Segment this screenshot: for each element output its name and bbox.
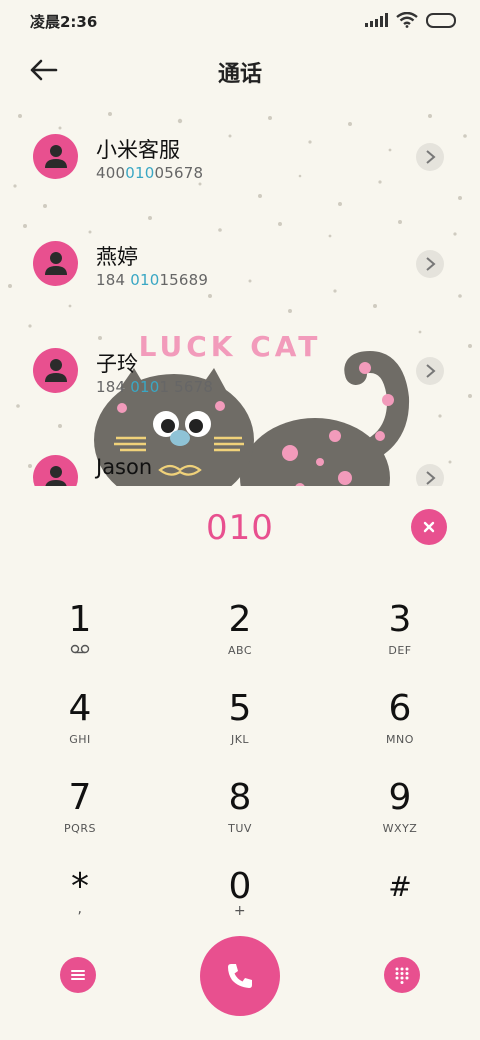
key-letters: DEF (388, 644, 412, 657)
contact-row[interactable]: 子玲 184 0101 5678 (0, 320, 480, 410)
contact-name: 小米客服 (96, 138, 180, 162)
contact-number: 40001005678 (96, 164, 204, 182)
avatar (33, 241, 78, 286)
key-4[interactable]: 4 GHI (20, 689, 140, 769)
battery-icon (426, 12, 456, 28)
chevron-right-icon (426, 257, 436, 271)
key-digit: 9 (388, 777, 412, 818)
key-3[interactable]: 3 DEF (340, 600, 460, 680)
status-time: 凌晨2:36 (30, 13, 98, 31)
key-5[interactable]: 5 JKL (180, 689, 300, 769)
key-digit: 6 (388, 688, 412, 729)
key-letters: WXYZ (382, 822, 418, 835)
key-star[interactable]: * , (20, 867, 140, 947)
person-icon (45, 359, 67, 382)
dialpad-toggle-button[interactable] (384, 957, 420, 993)
contact-row[interactable]: 小米客服 40001005678 (0, 106, 480, 196)
menu-button[interactable] (60, 957, 96, 993)
contact-number: 184 0101 5678 (96, 378, 214, 396)
avatar (33, 134, 78, 179)
contact-name: 燕婷 (96, 245, 138, 269)
key-digit: 4 (68, 688, 92, 729)
dialpad: 1 2 ABC 3 DEF 4 GHI 5 JKL 6 MNO 7 PQRS 8… (0, 590, 480, 930)
key-letters: GHI (69, 733, 91, 746)
contact-detail-button[interactable] (416, 464, 444, 486)
person-icon (45, 145, 67, 168)
dial-number-display[interactable]: 010 (0, 508, 480, 548)
key-digit: 0 (228, 866, 252, 907)
contact-detail-button[interactable] (416, 357, 444, 385)
page-title: 通话 (217, 62, 262, 87)
clear-button[interactable] (411, 509, 447, 545)
contact-row[interactable]: 燕婷 184 01015689 (0, 213, 480, 303)
contact-row[interactable]: Jason (0, 427, 480, 486)
key-2[interactable]: 2 ABC (180, 600, 300, 680)
chevron-right-icon (426, 364, 436, 378)
key-digit: 7 (68, 777, 92, 818)
dial-input-row: 010 (0, 486, 480, 570)
key-7[interactable]: 7 PQRS (20, 778, 140, 858)
key-digit: 3 (388, 599, 412, 640)
contact-detail-button[interactable] (416, 250, 444, 278)
key-digit: # (388, 870, 412, 903)
dialpad-icon (395, 967, 409, 984)
app-header: 通话 (0, 42, 480, 100)
avatar (33, 455, 78, 486)
key-letters: JKL (230, 733, 250, 746)
close-icon (423, 521, 435, 533)
contact-number: 184 01015689 (96, 271, 209, 289)
contact-detail-button[interactable] (416, 143, 444, 171)
chevron-right-icon (426, 150, 436, 164)
avatar (33, 348, 78, 393)
status-bar: 凌晨2:36 (0, 0, 480, 42)
key-letters: , (77, 901, 83, 917)
menu-icon (71, 970, 85, 980)
person-icon (45, 252, 67, 275)
key-letters: ABC (227, 644, 253, 657)
signal-icon (365, 13, 388, 27)
key-digit: 8 (228, 777, 252, 818)
key-6[interactable]: 6 MNO (340, 689, 460, 769)
person-icon (45, 466, 67, 486)
voicemail-icon (20, 644, 140, 658)
phone-icon (228, 964, 252, 988)
key-letters: + (233, 903, 247, 919)
key-digit: 5 (228, 688, 252, 729)
key-hash[interactable]: # (340, 867, 460, 947)
contact-name: 子玲 (96, 352, 138, 376)
key-letters: TUV (228, 822, 252, 835)
chevron-right-icon (426, 471, 436, 485)
key-0[interactable]: 0 + (180, 867, 300, 947)
contact-name: Jason (96, 455, 153, 479)
status-icons (365, 12, 456, 28)
key-digit: 1 (68, 599, 92, 640)
key-8[interactable]: 8 TUV (180, 778, 300, 858)
key-digit: 2 (228, 599, 252, 640)
wifi-icon (396, 12, 418, 28)
key-9[interactable]: 9 WXYZ (340, 778, 460, 858)
call-button[interactable] (200, 936, 280, 1016)
key-letters: PQRS (64, 822, 96, 835)
search-results[interactable]: LUCK CAT 小米客服 40001005678 燕婷 184 0101568… (0, 106, 480, 486)
bottom-action-bar (0, 936, 480, 1016)
key-1[interactable]: 1 (20, 600, 140, 680)
key-letters: MNO (386, 733, 414, 746)
